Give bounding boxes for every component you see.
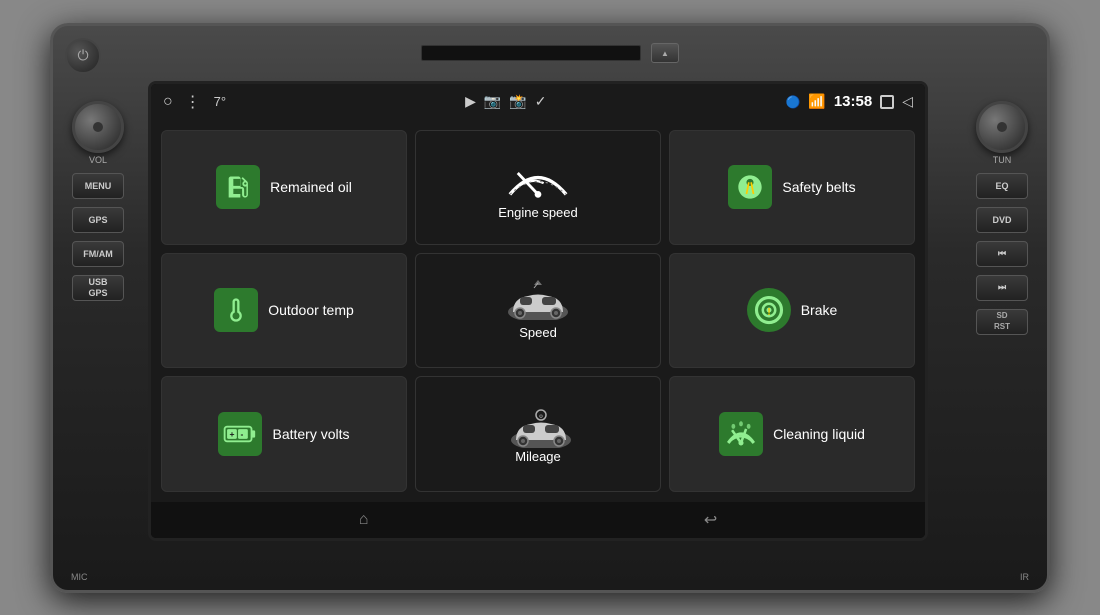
menu-status-icon[interactable]: ⋮: [185, 92, 202, 112]
sd-rst-button[interactable]: SD RST: [976, 309, 1028, 335]
wiper2-icon-bg: [719, 412, 763, 456]
nav-back-icon[interactable]: ↩: [704, 510, 717, 530]
clock-display: 13:58: [834, 93, 872, 110]
brake-icon-bg: !: [747, 288, 791, 332]
svg-text:+: +: [229, 429, 234, 439]
thermometer-icon-bg: [214, 288, 258, 332]
usb-gps-button[interactable]: USB GPS: [72, 275, 124, 301]
remained-oil-cell[interactable]: Remained oil: [161, 130, 407, 245]
vol-knob[interactable]: [72, 101, 124, 153]
status-icons-group: ▶ 📷 📸 ✓: [238, 93, 773, 110]
outdoor-temp-cell[interactable]: Outdoor temp: [161, 253, 407, 368]
fuel-icon-bg: [216, 165, 260, 209]
knob-inner: [93, 122, 103, 132]
camera-icon[interactable]: 📸: [509, 93, 526, 110]
left-panel: VOL MENU GPS FM/AM USB GPS: [63, 81, 133, 560]
prev-icon: ⏮: [998, 248, 1006, 259]
tun-label: TUN: [993, 155, 1012, 165]
wifi-icon: 📶: [808, 93, 825, 110]
ir-label: IR: [1020, 572, 1029, 582]
screen: ○ ⋮ 7° ▶ 📷 📸 ✓ 🔵 📶 13:58 ◁: [148, 81, 928, 541]
checkmark-icon[interactable]: ✓: [535, 93, 547, 110]
mileage-cell[interactable]: ⚙ Mileage: [415, 376, 661, 491]
battery-volts-cell[interactable]: + - Battery volts: [161, 376, 407, 491]
engine-speed-label: Engine speed: [498, 205, 578, 220]
battery-icon-bg: + -: [218, 412, 262, 456]
brake-label: Brake: [801, 302, 838, 318]
tun-knob[interactable]: [976, 101, 1028, 153]
mileage-label: Mileage: [515, 449, 561, 464]
eq-button[interactable]: EQ: [976, 173, 1028, 199]
svg-text:!: !: [767, 307, 770, 318]
thermometer-icon: [222, 296, 250, 324]
stereo-unit: ⏻ VOL MENU GPS FM/AM USB GPS TUN EQ DVD …: [50, 23, 1050, 593]
nav-bar: ⌂ ↩: [151, 502, 925, 538]
svg-text:⚙: ⚙: [538, 414, 543, 420]
outdoor-temp-label: Outdoor temp: [268, 302, 354, 318]
prev-button[interactable]: ⏮: [976, 241, 1028, 267]
fmam-button[interactable]: FM/AM: [72, 241, 124, 267]
menu-button[interactable]: MENU: [72, 173, 124, 199]
status-right-group: 🔵 📶 13:58 ◁: [785, 93, 913, 110]
battery-icon: + -: [223, 423, 258, 445]
speed-cell[interactable]: Speed: [415, 253, 661, 368]
gps-button[interactable]: GPS: [72, 207, 124, 233]
vol-label: VOL: [89, 155, 107, 165]
engine-speed-cell[interactable]: Engine speed: [415, 130, 661, 245]
cleaning-liquid-label: Cleaning liquid: [773, 426, 865, 442]
back-status-icon[interactable]: ◁: [902, 93, 913, 110]
car-speed-icon: [498, 280, 578, 320]
status-bar: ○ ⋮ 7° ▶ 📷 📸 ✓ 🔵 📶 13:58 ◁: [151, 84, 925, 120]
cleaning-liquid-cell[interactable]: Cleaning liquid: [669, 376, 915, 491]
wiper-icon: [503, 155, 573, 200]
bluetooth-icon: 🔵: [785, 95, 800, 109]
right-panel: TUN EQ DVD ⏮ ⏭ SD RST: [967, 81, 1037, 560]
stereo-top-bar: [53, 26, 1047, 81]
next-button[interactable]: ⏭: [976, 275, 1028, 301]
nav-home-icon[interactable]: ⌂: [359, 511, 369, 529]
cd-slot: [421, 45, 641, 61]
battery-volts-label: Battery volts: [272, 426, 349, 442]
home-status-icon[interactable]: ○: [163, 93, 173, 111]
wiper2-icon: [723, 420, 759, 448]
safety-belts-cell[interactable]: Safety belts: [669, 130, 915, 245]
photo-icon[interactable]: 📷: [484, 93, 501, 110]
svg-text:-: -: [240, 429, 243, 439]
dvd-button[interactable]: DVD: [976, 207, 1028, 233]
temperature-display: 7°: [214, 94, 226, 109]
mic-label: MIC: [71, 572, 88, 582]
fuel-pump-icon: [224, 173, 252, 201]
seatbelt-icon: [736, 173, 764, 201]
eject-button[interactable]: [651, 43, 679, 63]
main-grid: Remained oil Engine speed: [151, 120, 925, 502]
square-icon[interactable]: [880, 95, 894, 109]
brake-icon: !: [754, 295, 784, 325]
safety-belts-label: Safety belts: [782, 179, 855, 195]
next-icon: ⏭: [998, 282, 1006, 293]
speed-label: Speed: [519, 325, 557, 340]
car-mileage-icon: ⚙: [501, 404, 581, 448]
brake-cell[interactable]: ! Brake: [669, 253, 915, 368]
belt-icon-bg: [728, 165, 772, 209]
tun-knob-inner: [997, 122, 1007, 132]
media-icon[interactable]: ▶: [465, 93, 476, 110]
remained-oil-label: Remained oil: [270, 179, 352, 195]
